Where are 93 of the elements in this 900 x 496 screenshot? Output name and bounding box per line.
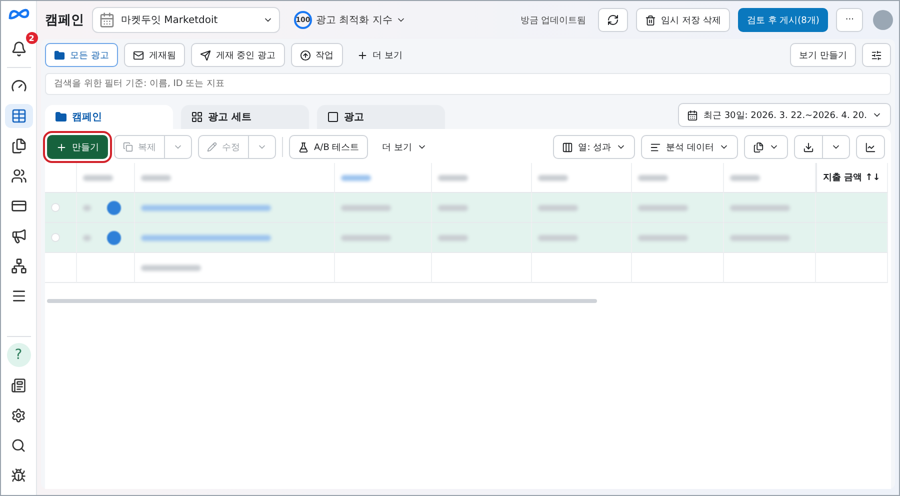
notification-badge: 2 <box>26 32 38 44</box>
chart-button[interactable] <box>856 135 885 159</box>
chart-icon <box>865 142 876 152</box>
redacted-text <box>538 174 568 180</box>
redacted-text <box>538 234 578 240</box>
download-icon <box>803 142 814 152</box>
redacted-text <box>438 174 468 180</box>
search-icon <box>11 438 26 452</box>
row-checkbox[interactable] <box>51 203 60 212</box>
sliders-icon <box>871 50 882 60</box>
view-settings-button[interactable] <box>862 43 891 67</box>
table-cell <box>816 253 888 283</box>
discard-drafts-button[interactable]: 임시 저장 삭제 <box>636 8 730 32</box>
upload-icon <box>300 50 311 60</box>
filter-chip[interactable]: 게재 중인 광고 <box>190 43 285 67</box>
redacted-text <box>141 174 171 180</box>
row-checkbox[interactable] <box>51 233 60 242</box>
refresh-icon <box>607 14 620 26</box>
settings-icon <box>11 408 26 422</box>
redacted-text <box>141 264 201 270</box>
network-icon <box>10 258 26 274</box>
menu-icon <box>10 288 26 304</box>
trash-icon <box>645 14 656 26</box>
flask-icon <box>298 142 309 152</box>
plus-icon <box>356 50 368 60</box>
pages-icon <box>10 138 26 154</box>
refresh-button[interactable] <box>598 8 628 32</box>
account-dropdown[interactable]: 마켓두잇 Marketdoit <box>92 7 280 33</box>
columns-icon <box>562 142 574 152</box>
envelope-icon <box>132 50 144 60</box>
account-name: 마켓두잇 Marketdoit <box>121 14 219 27</box>
reports-dropdown[interactable] <box>744 135 788 159</box>
page-title: 캠페인 <box>45 12 84 29</box>
redacted-text <box>83 174 113 180</box>
square-icon <box>327 111 339 123</box>
status-icon <box>107 230 121 244</box>
filter-chip[interactable]: 작업 <box>290 43 343 67</box>
logo-icon[interactable] <box>8 7 30 21</box>
redacted-text <box>83 204 91 210</box>
filter-chip[interactable]: 모든 광고 <box>45 43 118 67</box>
newspaper-icon <box>11 378 26 392</box>
update-status: 방금 업데이트됨 <box>520 14 586 26</box>
sidebar-item[interactable] <box>4 104 32 128</box>
folder-icon <box>54 50 65 60</box>
redacted-text <box>538 204 578 210</box>
help-button[interactable]: ? <box>6 343 30 367</box>
redacted-text <box>438 204 468 210</box>
redacted-text <box>341 174 371 180</box>
more-filters-button[interactable]: 더 보기 <box>348 44 410 66</box>
redacted-text <box>638 234 688 240</box>
date-range-dropdown[interactable]: 최근 30일: 2026. 3. 22.~2026. 4. 20. <box>678 103 891 127</box>
more-actions-button[interactable]: 더 보기 <box>374 136 436 158</box>
table-icon <box>10 108 26 124</box>
copy-icon <box>123 142 133 152</box>
redacted-text <box>730 234 790 240</box>
megaphone-icon <box>10 228 26 244</box>
redacted-text <box>341 204 391 210</box>
redacted-text <box>638 174 668 180</box>
grid-icon <box>191 111 203 123</box>
redacted-text <box>438 234 468 240</box>
plus-icon <box>56 142 67 152</box>
pages-icon <box>753 142 764 152</box>
lines-icon <box>650 142 662 152</box>
breakdown-dropdown[interactable]: 분석 데이터 <box>641 135 738 159</box>
calendar-icon <box>687 110 698 120</box>
ab-test-button[interactable]: A/B 테스트 <box>289 135 368 159</box>
create-view-button[interactable]: 보기 만들기 <box>790 43 856 67</box>
status-icon <box>107 200 121 214</box>
tab[interactable]: 광고 <box>317 105 445 129</box>
card-icon <box>10 198 26 214</box>
redacted-text <box>638 204 688 210</box>
score-label: 광고 최적화 지수 <box>316 14 392 27</box>
more-button[interactable]: ··· <box>836 8 863 32</box>
pencil-icon <box>207 142 217 152</box>
redacted-text <box>730 204 790 210</box>
bell-icon <box>10 41 26 57</box>
redacted-text <box>83 234 91 240</box>
publish-button[interactable]: 검토 후 게시(8개) <box>738 8 828 32</box>
tab[interactable]: 캠페인 <box>45 105 173 129</box>
gauge-icon <box>10 78 26 94</box>
scrollbar[interactable] <box>47 299 597 303</box>
people-icon <box>10 168 26 184</box>
folder-icon <box>55 111 67 123</box>
tab[interactable]: 광고 세트 <box>181 105 309 129</box>
bug-icon <box>11 468 26 482</box>
columns-dropdown[interactable]: 열: 성과 <box>553 135 636 159</box>
calendar-icon <box>99 12 115 28</box>
redacted-text <box>730 174 760 180</box>
export-split-button[interactable] <box>794 135 850 159</box>
filter-chip[interactable]: 게재됨 <box>124 43 185 67</box>
redacted-text <box>341 234 391 240</box>
search-field[interactable]: 검색을 위한 필터 기준: 이름, ID 또는 지표 <box>45 73 891 95</box>
send-icon <box>200 50 211 60</box>
